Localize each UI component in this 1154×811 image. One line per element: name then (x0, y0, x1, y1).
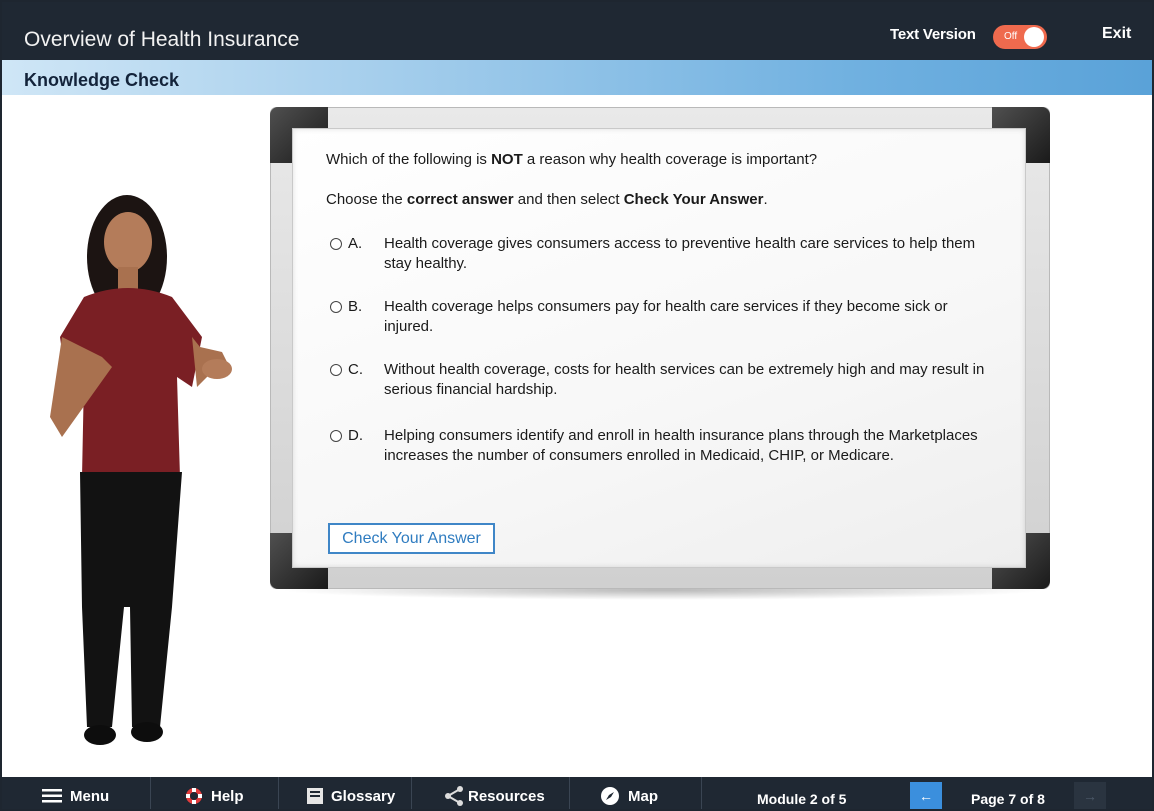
text-version-toggle[interactable]: Off (993, 25, 1047, 49)
option-letter: B. (348, 298, 363, 315)
radio-button[interactable] (330, 364, 342, 376)
help-label: Help (211, 788, 244, 805)
previous-page-button[interactable]: ← (910, 782, 942, 809)
question-instruction: Choose the correct answer and then selec… (326, 191, 768, 208)
option-letter: A. (348, 235, 363, 252)
option-text: Helping consumers identify and enroll in… (384, 427, 978, 464)
share-icon (445, 786, 463, 806)
question-prompt: Which of the following is NOT a reason w… (326, 151, 818, 168)
compass-icon (601, 787, 619, 805)
glossary-label: Glossary (331, 788, 396, 805)
app-frame: Overview of Health Insurance Text Versio… (0, 0, 1154, 811)
check-answer-button[interactable]: Check Your Answer (328, 523, 495, 554)
option-text: Health coverage gives consumers access t… (384, 235, 976, 272)
left-arrow-icon: ← (919, 788, 933, 804)
toggle-state-label: Off (1004, 31, 1018, 42)
course-title: Overview of Health Insurance (24, 28, 300, 51)
section-title: Knowledge Check (24, 70, 180, 90)
option-letter: C. (348, 361, 363, 378)
lifebuoy-icon (186, 788, 202, 804)
right-arrow-icon: → (1083, 788, 1097, 804)
map-button[interactable]: Map (570, 777, 701, 809)
option-text: Health coverage helps consumers pay for … (384, 298, 948, 335)
question-emphasis: NOT (491, 151, 523, 168)
text-version-label: Text Version (890, 26, 976, 43)
glossary-button[interactable]: Glossary (279, 777, 411, 809)
nav-divider (701, 777, 702, 809)
help-button[interactable]: Help (151, 777, 278, 809)
radio-button[interactable] (330, 430, 342, 442)
book-icon (307, 788, 323, 804)
exit-button[interactable]: Exit (1102, 25, 1131, 43)
module-status: Module 2 of 5 (757, 791, 847, 807)
next-page-button[interactable]: → (1074, 782, 1106, 809)
option-text: Without health coverage, costs for healt… (384, 361, 985, 398)
instruction-emphasis: correct answer (406, 191, 514, 208)
presenter-image (50, 195, 232, 745)
radio-button[interactable] (330, 301, 342, 313)
top-header: Overview of Health Insurance Text Versio… (2, 2, 1152, 60)
map-label: Map (628, 788, 658, 805)
bottom-nav: Menu Help Glossary Resources Map Module … (2, 777, 1152, 809)
resources-button[interactable]: Resources (412, 777, 569, 809)
toggle-knob (1024, 27, 1044, 47)
radio-button[interactable] (330, 238, 342, 250)
menu-button[interactable]: Menu (2, 777, 150, 809)
menu-icon (42, 789, 62, 803)
instruction-emphasis: Check Your Answer (623, 191, 764, 208)
resources-label: Resources (468, 788, 545, 805)
menu-label: Menu (70, 788, 110, 805)
page-status: Page 7 of 8 (971, 791, 1045, 807)
option-letter: D. (348, 427, 363, 444)
section-bar: Knowledge Check (2, 60, 1152, 95)
